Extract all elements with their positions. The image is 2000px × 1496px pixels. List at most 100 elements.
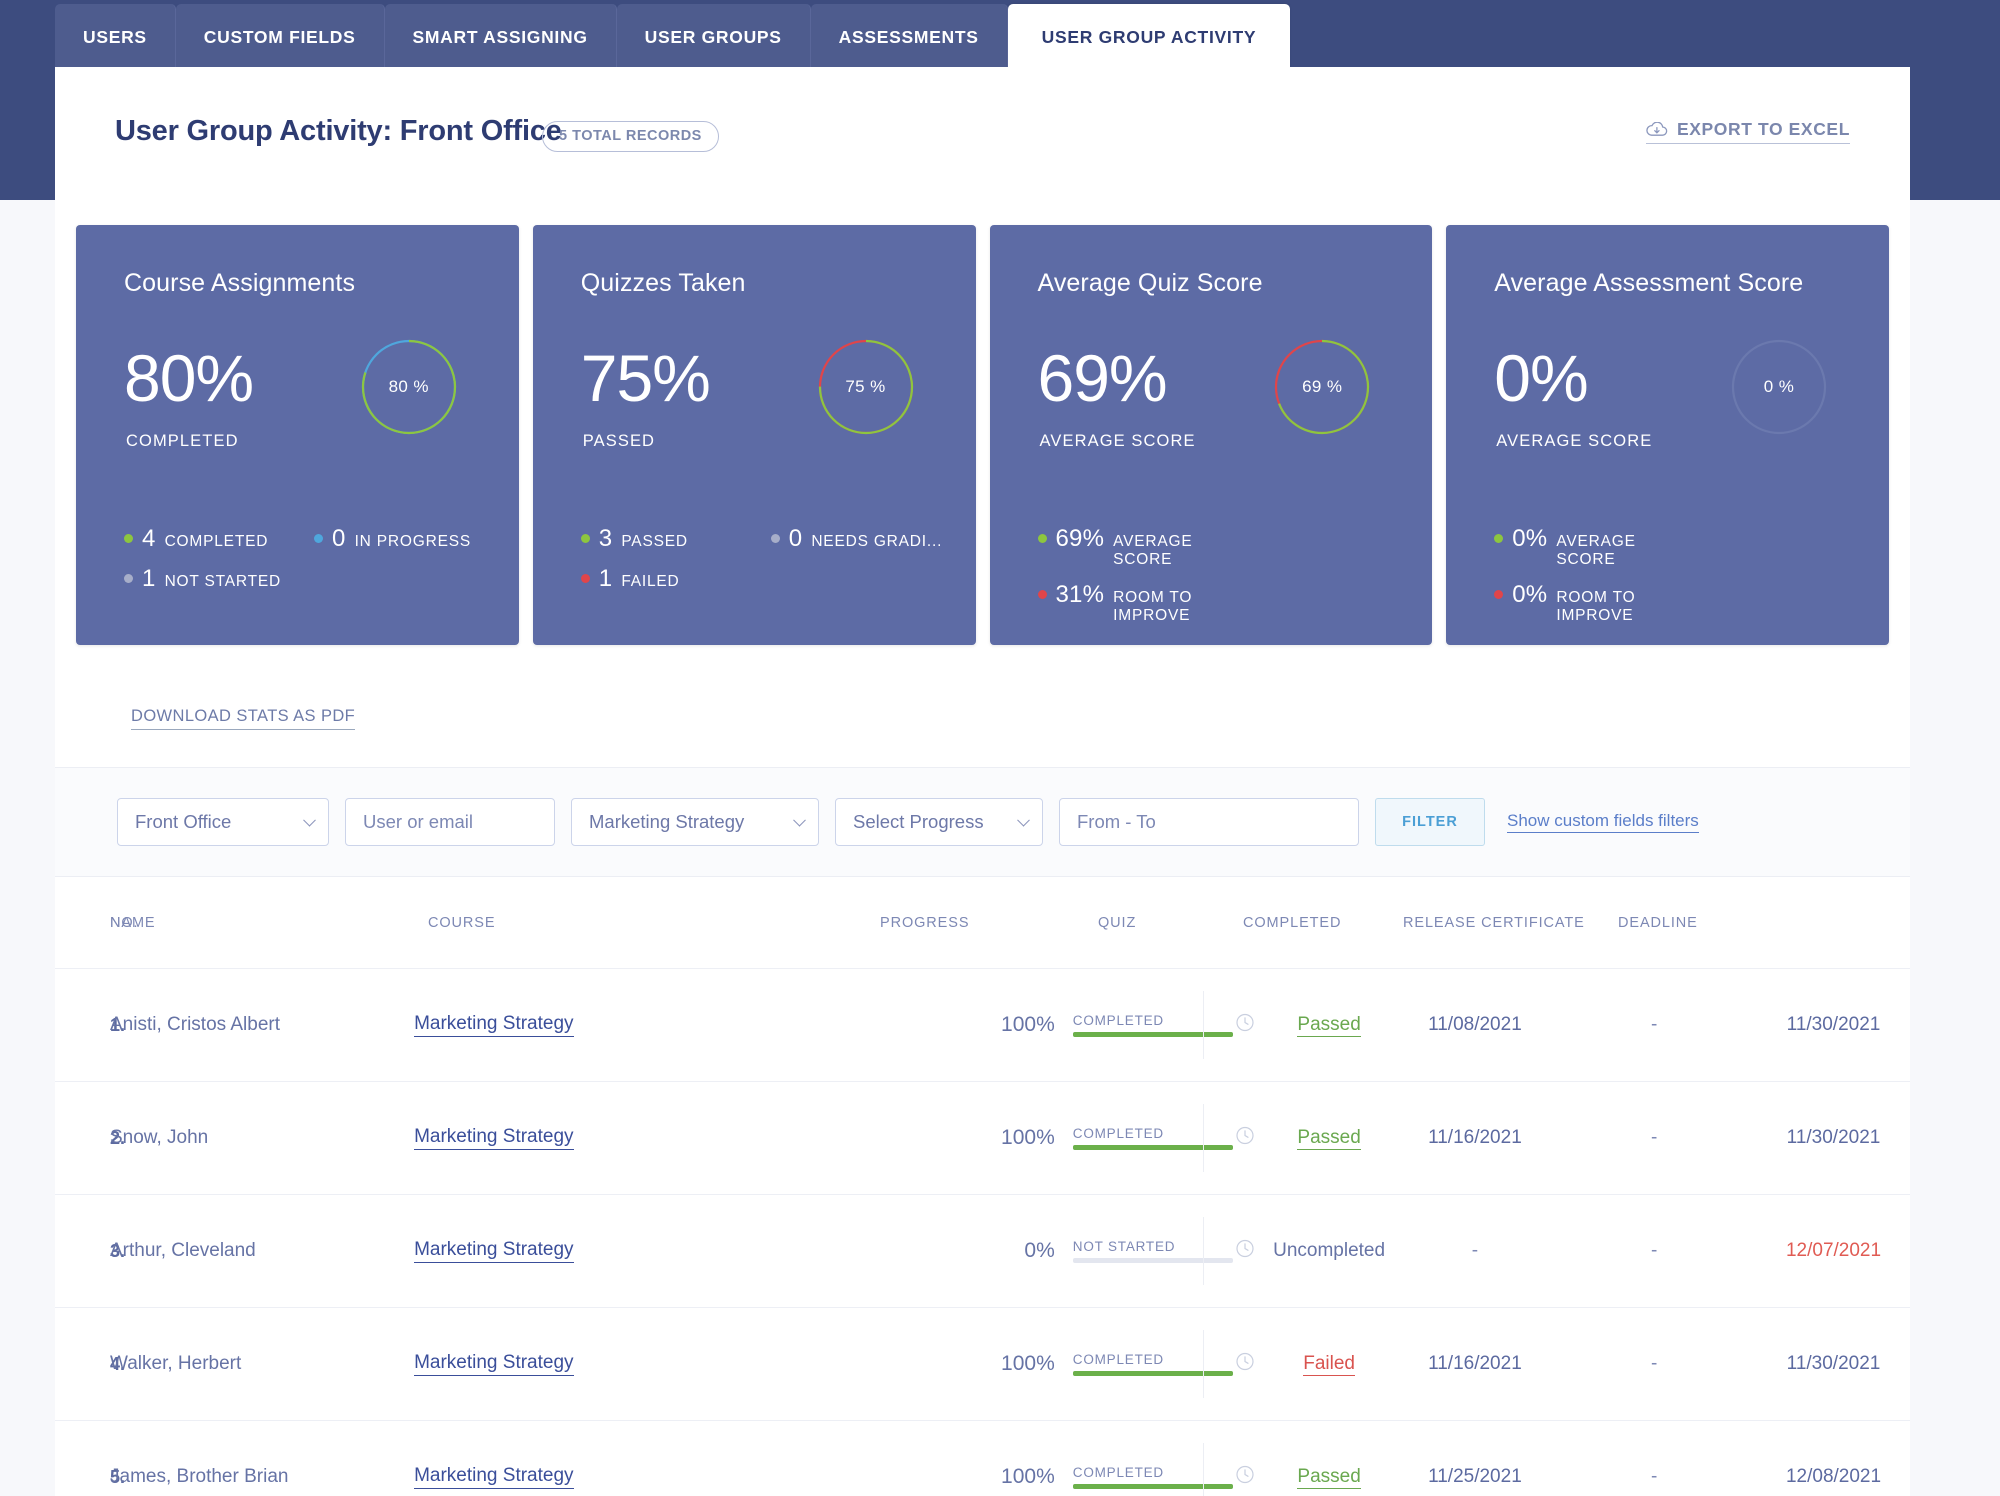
row-progress-label: COMPLETED bbox=[1072, 1013, 1164, 1028]
user-group-select[interactable]: Front Office bbox=[117, 798, 329, 846]
legend-dot-icon bbox=[1494, 590, 1504, 599]
legend-item: 0 IN PROGRESS bbox=[314, 525, 471, 553]
card-big-value: 75% bbox=[580, 341, 711, 415]
legend-dot-icon bbox=[580, 534, 590, 543]
column-header-release-certificate: RELEASE CERTIFICATE bbox=[1403, 914, 1585, 931]
card-legend: 69% AVERAGE SCORE 31% ROOM TO IMPROVE bbox=[1037, 525, 1481, 625]
export-to-excel-button[interactable]: EXPORT TO EXCEL bbox=[1645, 119, 1850, 144]
cloud-download-icon bbox=[1646, 121, 1668, 138]
donut-center-label: 75 % bbox=[845, 377, 886, 396]
card-big-sublabel: PASSED bbox=[582, 432, 656, 450]
row-course-link[interactable]: Marketing Strategy bbox=[414, 1352, 574, 1376]
progress-track bbox=[1072, 1145, 1233, 1150]
row-progress-percent: 100% bbox=[1001, 1013, 1055, 1036]
row-quiz-status[interactable]: Passed bbox=[1297, 1014, 1361, 1037]
row-progress-percent: 0% bbox=[1024, 1239, 1055, 1262]
legend-number: 0 bbox=[332, 525, 346, 552]
card-big-sublabel: COMPLETED bbox=[126, 432, 239, 450]
legend-label: AVERAGE SCORE bbox=[1113, 533, 1193, 568]
row-deadline-date: 12/08/2021 bbox=[1785, 1466, 1882, 1487]
legend-number: 1 bbox=[598, 565, 613, 592]
tab-smart-assigning[interactable]: SMART ASSIGNING bbox=[384, 4, 617, 71]
row-course-link[interactable]: Marketing Strategy bbox=[414, 1126, 574, 1150]
row-progress-label: COMPLETED bbox=[1072, 1465, 1164, 1480]
clock-icon bbox=[1235, 1239, 1255, 1264]
row-progress-label: COMPLETED bbox=[1072, 1352, 1164, 1367]
legend-dot-icon bbox=[1037, 534, 1047, 543]
column-header-progress: PROGRESS bbox=[880, 914, 970, 931]
column-header-name: NAME bbox=[110, 914, 156, 931]
card-big-sublabel: AVERAGE SCORE bbox=[1496, 432, 1653, 450]
row-release-certificate: - bbox=[1651, 1127, 1658, 1148]
legend-label: IN PROGRESS bbox=[354, 533, 472, 550]
clock-icon bbox=[1235, 1013, 1255, 1038]
row-course-link[interactable]: Marketing Strategy bbox=[414, 1465, 574, 1489]
progress-track bbox=[1072, 1032, 1233, 1037]
column-header-quiz: QUIZ bbox=[1098, 914, 1137, 931]
row-course-link[interactable]: Marketing Strategy bbox=[414, 1013, 574, 1037]
legend-number: 0 bbox=[788, 525, 803, 552]
row-divider bbox=[1203, 1330, 1204, 1398]
chevron-down-icon bbox=[793, 813, 806, 827]
page-title: User Group Activity: Front Office bbox=[115, 115, 562, 147]
row-deadline-date: 11/30/2021 bbox=[1786, 1127, 1881, 1148]
row-completed-date: - bbox=[1471, 1240, 1479, 1261]
card-big-value: 80% bbox=[124, 341, 254, 415]
clock-icon bbox=[1235, 1126, 1255, 1151]
date-range-input[interactable] bbox=[1077, 811, 1341, 833]
main-tab-bar: USERS CUSTOM FIELDS SMART ASSIGNING USER… bbox=[55, 4, 1291, 71]
row-release-certificate: - bbox=[1651, 1240, 1658, 1261]
table-body: 1. Anisti, Cristos Albert Marketing Strate… bbox=[55, 969, 1910, 1496]
legend-item: 0% ROOM TO IMPROVE bbox=[1494, 581, 1684, 625]
card-legend: 0% AVERAGE SCORE 0% ROOM TO IMPROVE bbox=[1494, 525, 1937, 625]
course-select[interactable]: Marketing Strategy bbox=[571, 798, 819, 846]
export-to-excel-label: EXPORT TO EXCEL bbox=[1676, 119, 1850, 139]
download-stats-as-pdf-link[interactable]: DOWNLOAD STATS AS PDF bbox=[131, 707, 356, 730]
filter-button[interactable]: FILTER bbox=[1375, 798, 1485, 846]
row-release-certificate: - bbox=[1651, 1014, 1658, 1035]
tab-users[interactable]: USERS bbox=[55, 4, 176, 71]
user-or-email-input[interactable] bbox=[363, 811, 537, 833]
table-header-row: NO. NAME COURSE PROGRESS QUIZ COMPLETED … bbox=[55, 877, 1910, 969]
row-deadline-date: 11/30/2021 bbox=[1786, 1014, 1881, 1035]
row-deadline-date: 12/07/2021 bbox=[1785, 1240, 1882, 1261]
card-title: Average Quiz Score bbox=[1037, 269, 1263, 297]
date-range-input-wrap[interactable] bbox=[1059, 798, 1359, 846]
row-quiz-status[interactable]: Failed bbox=[1303, 1353, 1355, 1376]
tab-user-groups[interactable]: USER GROUPS bbox=[616, 4, 811, 71]
chevron-down-icon bbox=[303, 813, 316, 827]
card-legend: 3 PASSED 0 NEEDS GRADI... 1 FAILED bbox=[580, 525, 1024, 593]
legend-label: AVERAGE SCORE bbox=[1556, 533, 1636, 568]
tab-custom-fields[interactable]: CUSTOM FIELDS bbox=[175, 4, 385, 71]
row-progress-label: NOT STARTED bbox=[1072, 1239, 1176, 1254]
card-big-value: 69% bbox=[1037, 341, 1168, 415]
tab-assessments[interactable]: ASSESSMENTS bbox=[810, 4, 1008, 71]
card-average-assessment-score: Average Assessment Score 0% AVERAGE SCOR… bbox=[1446, 225, 1889, 645]
show-custom-fields-filters-link[interactable]: Show custom fields filters bbox=[1507, 811, 1699, 833]
card-course-assignments: Course Assignments 80% COMPLETED 80 % 4 bbox=[76, 225, 519, 645]
table-row: 1. Anisti, Cristos Albert Marketing Strate… bbox=[55, 969, 1910, 1082]
row-progress-bar: COMPLETED bbox=[1055, 1013, 1260, 1037]
tab-user-group-activity[interactable]: USER GROUP ACTIVITY bbox=[1007, 4, 1291, 71]
legend-item: 31% ROOM TO IMPROVE bbox=[1037, 581, 1228, 625]
column-header-no: NO. bbox=[110, 914, 139, 931]
card-quizzes-taken: Quizzes Taken 75% PASSED 75 % 3 PASSED 0… bbox=[532, 225, 976, 645]
table-row: 3. Arthur, Cleveland Marketing Strategy 0% N… bbox=[55, 1195, 1910, 1308]
row-deadline-date: 11/30/2021 bbox=[1786, 1353, 1881, 1374]
donut-chart: 75 % bbox=[814, 335, 918, 439]
page-header: User Group Activity: Front Office 5 TOTA… bbox=[55, 67, 1910, 197]
row-progress-bar: NOT STARTED bbox=[1055, 1239, 1260, 1263]
row-user-name: Snow, John bbox=[110, 1127, 209, 1148]
clock-icon bbox=[1235, 1352, 1255, 1377]
progress-track bbox=[1072, 1484, 1233, 1489]
legend-dot-icon bbox=[580, 574, 590, 583]
row-release-certificate: - bbox=[1651, 1466, 1658, 1487]
legend-label: COMPLETED bbox=[164, 533, 269, 550]
row-quiz-status[interactable]: Passed bbox=[1297, 1127, 1361, 1150]
row-course-link[interactable]: Marketing Strategy bbox=[414, 1239, 574, 1263]
row-quiz-status[interactable]: Passed bbox=[1297, 1466, 1361, 1489]
user-or-email-input-wrap[interactable] bbox=[345, 798, 555, 846]
activity-table: NO. NAME COURSE PROGRESS QUIZ COMPLETED … bbox=[55, 877, 1910, 1496]
progress-select[interactable]: Select Progress bbox=[835, 798, 1043, 846]
table-row: 4. Walker, Herbert Marketing Strategy 100% C… bbox=[55, 1308, 1910, 1421]
